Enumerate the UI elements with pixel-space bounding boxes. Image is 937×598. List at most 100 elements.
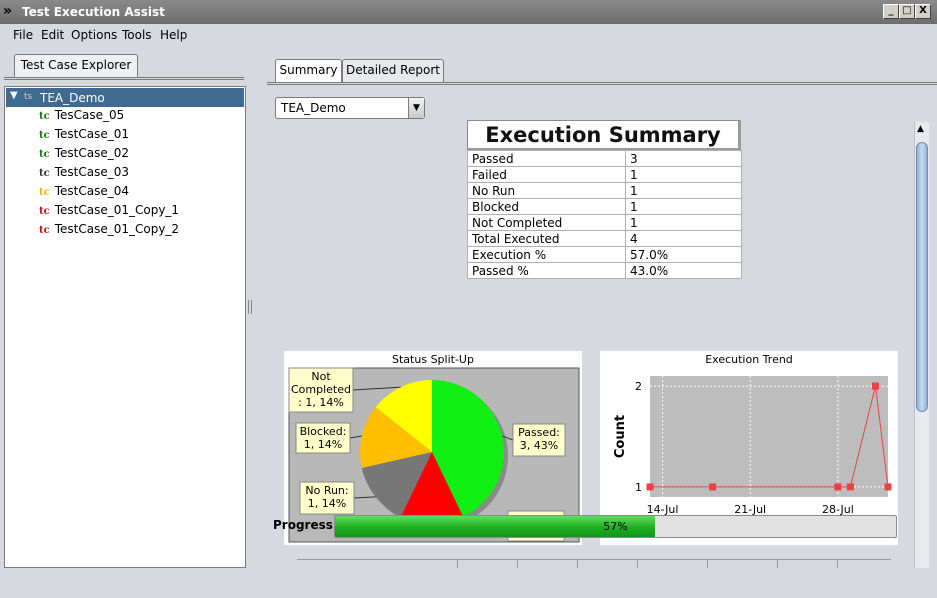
y-tick-label: 1	[635, 481, 642, 494]
row-label: Total Executed	[467, 230, 626, 247]
pie-label-line: 1, 14%	[304, 438, 342, 451]
pie-label-line: Blocked:	[300, 425, 347, 438]
summary-table: Passed 3 Failed 1 No Run 1 Blocked 1 Not Com…	[467, 150, 742, 279]
row-label: Blocked	[467, 198, 626, 215]
bottom-table-header	[297, 559, 891, 568]
summary-content: TEA_Demo ▼ Execution Summary Passed 3 Fai…	[267, 86, 929, 568]
maximize-button[interactable]: □	[899, 4, 915, 19]
data-point	[846, 483, 854, 491]
splitter-handle[interactable]	[248, 300, 252, 314]
testcase-icon: tc	[39, 168, 50, 179]
tree-item[interactable]: tc TesCase_05	[39, 108, 124, 127]
pie-label-line: 1, 14%	[308, 497, 346, 510]
table-row: Not Completed 1	[467, 214, 742, 231]
tree-item-label: TestCase_01_Copy_2	[54, 222, 180, 236]
pie-label-line: No Run:	[305, 484, 348, 497]
summary-title: Execution Summary	[467, 120, 741, 150]
tree-item[interactable]: tc TestCase_01	[39, 127, 129, 146]
row-value: 4	[625, 230, 742, 247]
row-value: 1	[625, 198, 742, 215]
minimize-button[interactable]: _	[883, 4, 899, 19]
testcase-icon: tc	[39, 206, 50, 217]
menu-options[interactable]: Options	[71, 28, 117, 42]
tree-item-label: TesCase_05	[54, 108, 125, 122]
row-value: 1	[625, 166, 742, 183]
row-label: Passed %	[467, 262, 626, 279]
vertical-scrollbar[interactable]: ▲ ▼	[914, 122, 929, 568]
pie-label: Passed: 3, 43%	[518, 426, 560, 452]
data-point	[646, 483, 654, 491]
suite-select[interactable]: TEA_Demo ▼	[275, 97, 425, 119]
scroll-up-icon[interactable]: ▲	[917, 124, 924, 134]
testcase-icon: tc	[39, 130, 50, 141]
pie-label-line: Passed:	[518, 426, 560, 439]
tab-summary[interactable]: Summary	[275, 59, 342, 83]
table-row: No Run 1	[467, 182, 742, 199]
pie-label: No Run: 1, 14%	[305, 484, 348, 510]
explorer-panel: Test Case Explorer ▼ ts TEA_Demo tc TesCa…	[4, 50, 246, 568]
row-label: Execution %	[467, 246, 626, 263]
table-row: Blocked 1	[467, 198, 742, 215]
data-point	[834, 483, 842, 491]
tab-divider	[267, 82, 937, 85]
row-value: 1	[625, 182, 742, 199]
tab-detailed-report[interactable]: Detailed Report	[342, 59, 444, 83]
y-axis-label: Count	[613, 415, 628, 458]
pie-label-line: Not	[311, 370, 331, 383]
testcase-icon: tc	[39, 149, 50, 160]
progress-bar: 57%	[334, 515, 897, 538]
table-row: Total Executed 4	[467, 230, 742, 247]
row-value: 1	[625, 214, 742, 231]
tree-root-label: TEA_Demo	[40, 91, 105, 105]
menu-bar: File Edit Options Tools Help	[0, 24, 937, 46]
row-value: 57.0%	[625, 246, 742, 263]
test-case-tree: ▼ ts TEA_Demo tc TesCase_05 tc TestCase_01…	[4, 86, 246, 568]
tree-item[interactable]: tc TestCase_01_Copy_1	[39, 203, 179, 222]
menu-file[interactable]: File	[13, 28, 33, 42]
tree-item-label: TestCase_04	[54, 184, 129, 198]
pie-label: Blocked: 1, 14%	[300, 425, 347, 451]
expand-arrow-icon[interactable]: ▼	[10, 90, 18, 101]
tab-divider	[4, 77, 244, 80]
row-label: Failed	[467, 166, 626, 183]
table-row: Passed % 43.0%	[467, 262, 742, 279]
row-label: Passed	[467, 150, 626, 167]
window-title: Test Execution Assist	[22, 5, 165, 19]
tab-test-case-explorer[interactable]: Test Case Explorer	[14, 54, 138, 78]
table-row: Execution % 57.0%	[467, 246, 742, 263]
row-label: Not Completed	[467, 214, 626, 231]
tree-item-label: TestCase_03	[54, 165, 129, 179]
testcase-icon: tc	[39, 111, 50, 122]
close-button[interactable]: X	[915, 4, 931, 19]
row-value: 43.0%	[625, 262, 742, 279]
testcase-icon: tc	[39, 225, 50, 236]
tree-item-label: TestCase_01_Copy_1	[54, 203, 180, 217]
y-tick-label: 2	[635, 380, 642, 393]
progress-text: 57%	[603, 520, 628, 533]
scroll-thumb[interactable]	[916, 142, 928, 412]
table-row: Failed 1	[467, 166, 742, 183]
tree-item-label: TestCase_01	[54, 127, 129, 141]
menu-help[interactable]: Help	[160, 28, 187, 42]
row-value: 3	[625, 150, 742, 167]
tree-item[interactable]: tc TestCase_04	[39, 184, 129, 203]
data-point	[884, 483, 892, 491]
chevron-down-icon[interactable]: ▼	[408, 98, 424, 118]
menu-edit[interactable]: Edit	[41, 28, 64, 42]
pie-label-line: : 1, 14%	[298, 396, 344, 409]
suite-icon: ts	[24, 92, 33, 102]
title-bar: » Test Execution Assist _ □ X	[0, 0, 937, 24]
table-row: Passed 3	[467, 150, 742, 167]
pie-label-line: Completed	[291, 383, 351, 396]
app-logo-icon: »	[3, 3, 12, 19]
data-point	[871, 382, 879, 390]
tree-root-node[interactable]: ▼ ts TEA_Demo	[6, 88, 244, 107]
progress-label: Progress	[273, 518, 333, 532]
testcase-icon: tc	[39, 187, 50, 198]
tree-item[interactable]: tc TestCase_03	[39, 165, 129, 184]
report-panel: Summary Detailed Report TEA_Demo ▼ Execu…	[253, 50, 937, 568]
tree-item[interactable]: tc TestCase_02	[39, 146, 129, 165]
row-label: No Run	[467, 182, 626, 199]
menu-tools[interactable]: Tools	[122, 28, 152, 42]
tree-item[interactable]: tc TestCase_01_Copy_2	[39, 222, 179, 241]
